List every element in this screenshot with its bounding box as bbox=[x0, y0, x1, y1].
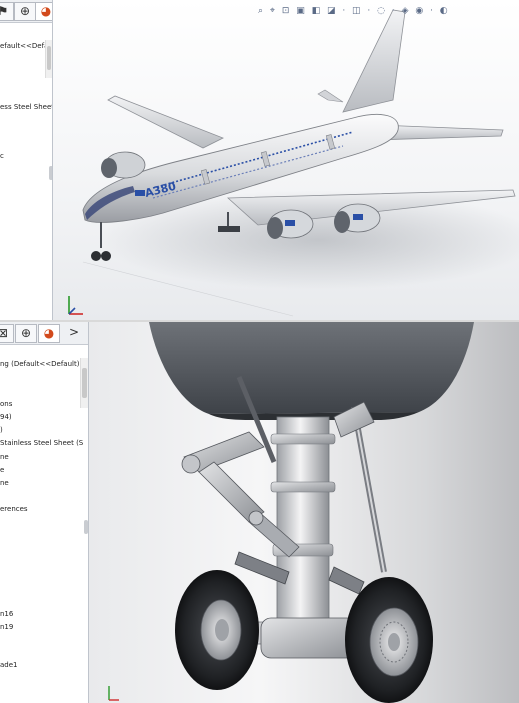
tree-item-plane-1[interactable]: ne bbox=[0, 453, 9, 461]
config-manager-icon: ⊕ bbox=[20, 326, 32, 340]
aircraft-model-svg: A380 bbox=[82, 9, 519, 317]
tab-appearance[interactable]: ◕ bbox=[35, 2, 52, 21]
engine-left-outer bbox=[101, 151, 146, 179]
wheel-left bbox=[175, 570, 259, 690]
panel-tabs: ⊠ ⊕ ◕ > bbox=[0, 322, 88, 345]
tab-appearance[interactable]: ◕ bbox=[38, 324, 60, 343]
left-wing bbox=[107, 95, 224, 149]
tree-item-material[interactable]: Stainless Steel Sheet (S bbox=[0, 439, 83, 447]
panel-splitter-handle[interactable] bbox=[84, 520, 88, 534]
scrollbar-thumb[interactable] bbox=[47, 46, 51, 70]
appearance-icon: ◕ bbox=[43, 326, 55, 340]
tree-item-material[interactable]: ess Steel Sheet ( bbox=[0, 103, 52, 111]
flag-icon: ⚑ bbox=[0, 4, 8, 18]
tree-scrollbar[interactable] bbox=[45, 40, 52, 78]
tree-item-n19[interactable]: n19 bbox=[0, 623, 13, 631]
graphics-viewport[interactable] bbox=[89, 322, 519, 703]
triad-icon bbox=[68, 296, 83, 315]
tab-property[interactable]: ⊠ bbox=[0, 324, 14, 343]
tab-more[interactable]: > bbox=[64, 324, 84, 341]
appearance-icon: ◕ bbox=[40, 4, 52, 18]
tree-item-ons[interactable]: ons bbox=[0, 400, 12, 408]
tree-item-ade1[interactable]: ade1 bbox=[0, 661, 18, 669]
vertical-tail bbox=[342, 9, 406, 113]
tab-flag[interactable]: ⚑ bbox=[0, 2, 14, 21]
tree-item-plane-2[interactable]: e bbox=[0, 466, 4, 474]
tree-scrollbar[interactable] bbox=[80, 358, 88, 408]
feature-manager-panel: ⚑ ⊕ ◕ efault<<Default ess Steel Sheet ( … bbox=[0, 0, 53, 322]
chevron-right-icon: > bbox=[68, 325, 80, 339]
wheel-right bbox=[345, 577, 433, 703]
tab-configuration[interactable]: ⊕ bbox=[14, 2, 36, 21]
tab-configuration[interactable]: ⊕ bbox=[15, 324, 37, 343]
tree-item-config[interactable]: ng (Default<<Default) bbox=[0, 360, 79, 368]
tree-item-paren[interactable]: ) bbox=[0, 426, 3, 434]
tree-item-references[interactable]: erences bbox=[0, 505, 28, 513]
tree-item-c[interactable]: c bbox=[0, 152, 4, 160]
tree-item-plane-3[interactable]: ne bbox=[0, 479, 9, 487]
panel-tabs: ⚑ ⊕ ◕ bbox=[0, 0, 52, 23]
main-strut bbox=[276, 416, 330, 628]
gear-bay bbox=[149, 322, 474, 414]
property-manager-icon: ⊠ bbox=[0, 326, 8, 340]
landing-gear-model-svg bbox=[149, 322, 474, 703]
tree-item-n16[interactable]: n16 bbox=[0, 610, 13, 618]
tree-item-94[interactable]: 94) bbox=[0, 413, 12, 421]
triad-icon bbox=[108, 686, 119, 701]
scrollbar-thumb[interactable] bbox=[82, 368, 87, 398]
bottom-window: ⊠ ⊕ ◕ > ng (Default<<Default) ons 94) ) … bbox=[0, 322, 519, 703]
heads-up-view-toolbar[interactable]: ⌕ ⌖ ⊡ ▣ ◧ ◪ · ◫ · ◌ · ◈ ◉ · ◐ bbox=[258, 6, 450, 16]
top-window: ⚑ ⊕ ◕ efault<<Default ess Steel Sheet ( … bbox=[0, 0, 519, 322]
feature-manager-panel: ⊠ ⊕ ◕ > ng (Default<<Default) ons 94) ) … bbox=[0, 322, 89, 703]
graphics-viewport[interactable]: ⌕ ⌖ ⊡ ▣ ◧ ◪ · ◫ · ◌ · ◈ ◉ · ◐ A380 bbox=[53, 0, 519, 322]
config-manager-icon: ⊕ bbox=[19, 4, 31, 18]
